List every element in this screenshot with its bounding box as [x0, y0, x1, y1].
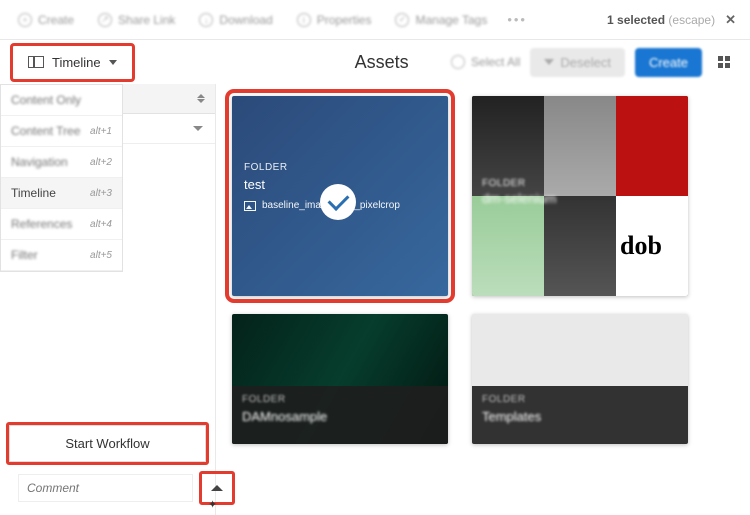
- rail-icon: [28, 56, 44, 68]
- card-type-label: FOLDER: [482, 178, 556, 189]
- hilite-workflow: Start Workflow: [6, 422, 209, 465]
- asset-card-test[interactable]: FOLDER test baseline_image_one_pixelcrop: [232, 96, 448, 296]
- asset-card-templates[interactable]: FOLDER Templates: [472, 314, 688, 444]
- asset-grid: FOLDER test baseline_image_one_pixelcrop…: [216, 84, 750, 515]
- close-selection-icon[interactable]: ✕: [719, 10, 742, 30]
- card-name: dm-selenium: [482, 191, 556, 206]
- create-button[interactable]: Create: [635, 48, 702, 77]
- selection-count: 1 selected (escape): [607, 13, 715, 27]
- asset-card-dm-selenium[interactable]: dob FOLDER dm-selenium: [472, 96, 688, 296]
- rail-menu-timeline[interactable]: Timelinealt+3: [1, 178, 122, 209]
- checkbox-icon: [451, 55, 465, 69]
- card-name: DAMnosample: [242, 409, 438, 424]
- rail-selector-button[interactable]: Timeline: [15, 48, 130, 77]
- selected-check-icon: [320, 184, 356, 220]
- sort-caret-icon: [197, 94, 205, 103]
- create-action[interactable]: +Create: [8, 9, 84, 31]
- download-icon: ↓: [199, 13, 213, 27]
- rail-menu-content-only[interactable]: Content Only: [1, 85, 122, 116]
- page-title: Assets: [355, 52, 409, 73]
- rail-menu-content-tree[interactable]: Content Treealt+1: [1, 116, 122, 147]
- header-bar: Timeline Assets Select All Deselect Crea…: [0, 40, 750, 84]
- action-toolbar: +Create ↗Share Link ↓Download iPropertie…: [0, 0, 750, 40]
- tag-icon: ✓: [395, 13, 409, 27]
- card-name: Templates: [482, 409, 678, 424]
- chevron-down-icon: [109, 60, 117, 65]
- hilite-timeline: Timeline: [10, 43, 135, 82]
- properties-action[interactable]: iProperties: [287, 9, 382, 31]
- share-icon: ↗: [98, 13, 112, 27]
- rail-selector-label: Timeline: [52, 55, 101, 70]
- card-type-label: FOLDER: [244, 162, 436, 173]
- rail-menu-references[interactable]: Referencesalt+4: [1, 209, 122, 240]
- left-rail: Content Only Content Treealt+1 Navigatio…: [0, 84, 216, 515]
- start-workflow-button[interactable]: Start Workflow: [9, 425, 206, 462]
- down-arrow-icon: [544, 59, 554, 65]
- grid-view-icon: [718, 56, 730, 68]
- more-actions[interactable]: •••: [501, 12, 533, 27]
- deselect-button[interactable]: Deselect: [530, 48, 625, 77]
- card-type-label: FOLDER: [242, 394, 438, 405]
- share-link-action[interactable]: ↗Share Link: [88, 9, 185, 31]
- chevron-up-icon: [211, 485, 223, 491]
- filter-dropdown[interactable]: [123, 114, 215, 144]
- download-action[interactable]: ↓Download: [189, 9, 282, 31]
- view-switcher[interactable]: [712, 52, 740, 72]
- manage-tags-action[interactable]: ✓Manage Tags: [385, 9, 497, 31]
- comment-input[interactable]: [19, 475, 192, 501]
- asset-card-damnosample[interactable]: FOLDER DAMnosample: [232, 314, 448, 444]
- comment-row: ✦: [6, 465, 209, 509]
- rail-menu-filter[interactable]: Filteralt+5: [1, 240, 122, 271]
- chevron-down-icon: [193, 126, 203, 131]
- cursor-icon: ✦: [208, 498, 217, 511]
- rail-menu-navigation[interactable]: Navigationalt+2: [1, 147, 122, 178]
- hilite-expand: ✦: [199, 471, 235, 505]
- rail-selector-menu: Content Only Content Treealt+1 Navigatio…: [0, 84, 123, 272]
- plus-icon: +: [18, 13, 32, 27]
- select-all[interactable]: Select All: [451, 55, 520, 69]
- sort-control[interactable]: [123, 84, 215, 114]
- image-icon: [244, 201, 256, 211]
- card-type-label: FOLDER: [482, 394, 678, 405]
- info-icon: i: [297, 13, 311, 27]
